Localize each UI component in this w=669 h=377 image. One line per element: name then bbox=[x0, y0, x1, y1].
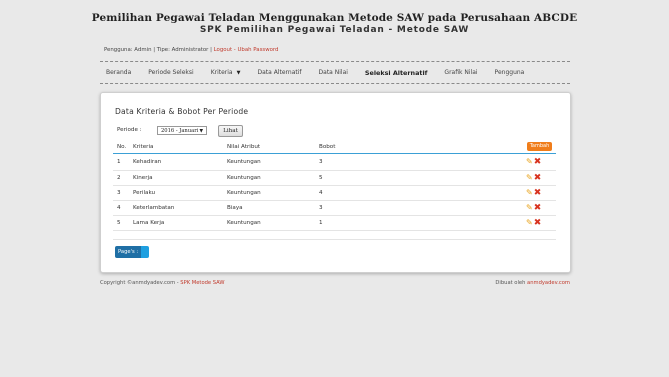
row-divider bbox=[113, 230, 556, 231]
user-type-label: Tipe: Administrator bbox=[156, 47, 209, 53]
cell-atribut: Keuntungan bbox=[227, 190, 261, 196]
nav-item-grafik-nilai[interactable]: Grafik Nilai bbox=[444, 69, 477, 77]
row-actions: ✎✖ bbox=[526, 219, 542, 228]
credit-text: Dibuat oleh bbox=[495, 280, 528, 286]
periode-select[interactable]: 2016 - Januari ▼ bbox=[157, 126, 207, 135]
divider-nav bbox=[100, 83, 570, 84]
nav-item-data-nilai[interactable]: Data Nilai bbox=[319, 69, 348, 77]
logout-link[interactable]: Logout bbox=[214, 47, 232, 53]
user-bar: Pengguna: Admin | Tipe: Administrator | … bbox=[104, 47, 278, 53]
row-actions: ✎✖ bbox=[526, 174, 542, 183]
caret-down-icon: ▼ bbox=[236, 70, 241, 76]
table-row: 5 Lama Kerja Keuntungan 1 bbox=[117, 216, 556, 230]
cell-no: 3 bbox=[117, 190, 121, 196]
cell-kriteria: Kehadiran bbox=[133, 159, 162, 165]
table-row: 4 Keterlambatan Biaya 3 bbox=[117, 201, 556, 215]
cell-bobot: 3 bbox=[319, 159, 323, 165]
cell-no: 2 bbox=[117, 175, 121, 181]
nav-item-periode-seleksi[interactable]: Periode Seleksi bbox=[148, 69, 193, 77]
footer-credit: Dibuat oleh anmdyadev.com bbox=[495, 280, 570, 286]
pencil-icon[interactable]: ✎ bbox=[526, 174, 533, 182]
cross-icon[interactable]: ✖ bbox=[534, 174, 542, 183]
page-header: Pemilihan Pegawai Teladan Menggunakan Me… bbox=[0, 12, 669, 35]
lihat-button[interactable]: Lihat bbox=[218, 125, 243, 137]
user-label: Pengguna: Admin bbox=[104, 47, 152, 53]
nav-item-kriteria-label: Kriteria bbox=[210, 69, 233, 76]
cell-kriteria: Lama Kerja bbox=[133, 220, 165, 226]
panel-title: Data Kriteria & Bobot Per Periode bbox=[115, 107, 249, 116]
pencil-icon[interactable]: ✎ bbox=[526, 219, 533, 227]
cell-kriteria: Kinerja bbox=[133, 175, 153, 181]
cell-atribut: Keuntungan bbox=[227, 175, 261, 181]
nav-item-seleksi-alternatif[interactable]: Seleksi Alternatif bbox=[365, 69, 428, 77]
cross-icon[interactable]: ✖ bbox=[534, 158, 542, 167]
cell-bobot: 3 bbox=[319, 205, 323, 211]
table-header-line bbox=[113, 153, 556, 154]
copyright-link[interactable]: SPK Metode SAW bbox=[180, 280, 224, 286]
pencil-icon[interactable]: ✎ bbox=[526, 158, 533, 166]
cell-bobot: 1 bbox=[319, 220, 323, 226]
table-header-row: No. Kriteria Nilai Atribut Bobot bbox=[117, 140, 556, 154]
periode-label: Periode : bbox=[117, 127, 142, 133]
cross-icon[interactable]: ✖ bbox=[534, 204, 542, 213]
table-row: 1 Kehadiran Keuntungan 3 bbox=[117, 155, 556, 169]
page-button[interactable] bbox=[141, 246, 150, 258]
column-header-kriteria: Kriteria bbox=[133, 144, 154, 150]
column-header-bobot: Bobot bbox=[319, 144, 336, 150]
cell-no: 4 bbox=[117, 205, 121, 211]
copyright-text: Copyright ©anmdyadev.com - bbox=[100, 280, 181, 286]
cell-bobot: 5 bbox=[319, 175, 323, 181]
cross-icon[interactable]: ✖ bbox=[534, 189, 542, 198]
pencil-icon[interactable]: ✎ bbox=[526, 189, 533, 197]
nav-item-pengguna[interactable]: Pengguna bbox=[495, 69, 525, 77]
footer-copyright: Copyright ©anmdyadev.com - SPK Metode SA… bbox=[100, 280, 225, 286]
column-header-no: No. bbox=[117, 144, 127, 150]
nav-item-beranda[interactable]: Beranda bbox=[106, 69, 131, 77]
cell-kriteria: Perilaku bbox=[133, 190, 156, 196]
chevron-down-icon: ▼ bbox=[199, 129, 203, 134]
pencil-icon[interactable]: ✎ bbox=[526, 204, 533, 212]
row-actions: ✎✖ bbox=[526, 204, 542, 213]
page-subtitle: SPK Pemilihan Pegawai Teladan - Metode S… bbox=[199, 25, 470, 35]
cell-atribut: Biaya bbox=[227, 205, 243, 211]
table-row: 2 Kinerja Keuntungan 5 bbox=[117, 171, 556, 185]
row-actions: ✎✖ bbox=[526, 158, 542, 167]
cell-kriteria: Keterlambatan bbox=[133, 205, 175, 211]
tambah-button[interactable]: Tambah bbox=[527, 142, 552, 151]
main-nav: Beranda Periode Seleksi Kriteria ▼ Data A… bbox=[106, 69, 541, 77]
divider-top bbox=[100, 61, 570, 62]
table-bottom-divider bbox=[113, 239, 556, 240]
cell-atribut: Keuntungan bbox=[227, 220, 261, 226]
table-row: 3 Perilaku Keuntungan 4 bbox=[117, 186, 556, 200]
nav-item-kriteria[interactable]: Kriteria ▼ bbox=[211, 69, 241, 77]
pages-label: Page's : bbox=[115, 246, 142, 258]
pagination: Page's : bbox=[115, 246, 150, 258]
row-actions: ✎✖ bbox=[526, 189, 542, 198]
periode-selected-value: 2016 - Januari bbox=[161, 128, 199, 134]
nav-item-data-alternatif[interactable]: Data Alternatif bbox=[257, 69, 301, 77]
change-password-link[interactable]: Ubah Password bbox=[237, 47, 278, 53]
cell-no: 1 bbox=[117, 159, 121, 165]
credit-link[interactable]: anmdyadev.com bbox=[527, 280, 570, 286]
cell-bobot: 4 bbox=[319, 190, 323, 196]
page-title: Pemilihan Pegawai Teladan Menggunakan Me… bbox=[91, 12, 578, 24]
cell-no: 5 bbox=[117, 220, 121, 226]
column-header-atribut: Nilai Atribut bbox=[227, 144, 261, 150]
cell-atribut: Keuntungan bbox=[227, 159, 261, 165]
criteria-panel: Data Kriteria & Bobot Per Periode Period… bbox=[100, 92, 571, 273]
cross-icon[interactable]: ✖ bbox=[534, 219, 542, 228]
